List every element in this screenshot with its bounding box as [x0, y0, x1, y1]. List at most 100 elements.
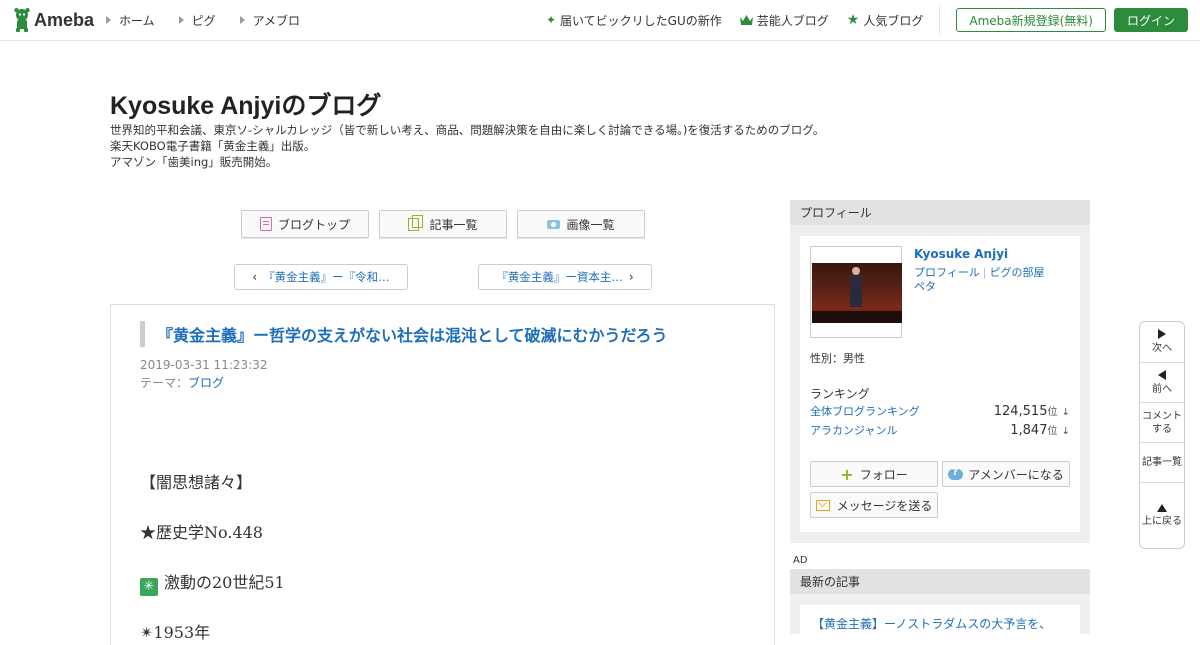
avatar-photo	[812, 263, 902, 323]
float-comment-label: する	[1152, 423, 1172, 435]
ranking-unit: 位	[1047, 407, 1058, 418]
nav-ameblo-label: アメブロ	[252, 13, 301, 28]
float-comment-label: コメント	[1142, 410, 1182, 422]
nav-pigg[interactable]: ピグ	[178, 12, 216, 29]
header-divider	[939, 5, 941, 35]
float-top-button[interactable]: 上に戻る	[1140, 483, 1184, 548]
article-title[interactable]: 『黄金主義』ー哲学の支えがない社会は混沌として破滅にむかうだろう	[140, 321, 668, 347]
float-articles-label: 記事一覧	[1142, 457, 1182, 468]
latest-articles-header: 最新の記事	[790, 569, 1090, 594]
article: 『黄金主義』ー哲学の支えがない社会は混沌として破滅にむかうだろう 2019-03…	[110, 304, 775, 645]
article-line: ✴1953年	[140, 623, 211, 642]
triangle-left-icon	[1158, 369, 1166, 380]
logo-text: Ameba	[34, 9, 95, 30]
image-list-button[interactable]: 画像一覧	[517, 210, 645, 238]
profile-link[interactable]: プロフィール	[914, 266, 980, 279]
blog-page-icon	[259, 217, 272, 231]
prev-article-label: 『黄金主義』ー『令和…	[263, 270, 390, 284]
float-prev-button[interactable]: 前へ	[1140, 363, 1184, 403]
link-popular-blog-label: 人気ブログ	[863, 13, 924, 28]
chevron-right-icon: ›	[628, 270, 634, 284]
blog-description-line: 楽天KOBO電子書籍「黄金主義」出版。	[110, 139, 316, 153]
ranking-unit: 位	[1047, 426, 1058, 437]
article-list-button[interactable]: 記事一覧	[379, 210, 507, 238]
nav-home-label: ホーム	[119, 13, 155, 28]
article-line: 【闇思想諸々】	[140, 473, 253, 492]
float-top-label: 上に戻る	[1142, 515, 1182, 527]
link-gu-campaign-label: 届いてビックリしたGUの新作	[560, 13, 722, 28]
triangle-right-icon	[106, 16, 111, 24]
peta-link[interactable]: ペタ	[914, 280, 936, 293]
triangle-right-icon	[178, 16, 184, 24]
camera-icon	[547, 219, 561, 229]
ranking-label[interactable]: 全体ブログランキング	[810, 403, 920, 419]
message-button[interactable]: メッセージを送る	[810, 492, 938, 518]
chevron-left-icon: ‹	[252, 270, 258, 284]
blog-description-line: 世界知的平和会議、東京ソ-シャルカレッジ（皆で新しい考え、商品、問題解決策を自由…	[110, 123, 825, 137]
latest-article-link[interactable]: 【黄金主義】ーノストラダムスの大予言を、	[812, 615, 1051, 632]
register-button[interactable]: Ameba新規登録(無料)	[956, 8, 1106, 32]
blog-top-label: ブログトップ	[277, 217, 350, 232]
ameba-logo[interactable]: Ameba	[12, 7, 94, 33]
amember-label: アメンバーになる	[968, 467, 1064, 482]
float-articles-button[interactable]: 記事一覧	[1140, 443, 1184, 483]
blog-description-line: アマゾン「歯美ing」販売開始。	[110, 155, 278, 169]
article-date: 2019-03-31 11:23:32	[140, 358, 268, 372]
article-theme-link[interactable]: ブログ	[188, 376, 224, 390]
amember-button[interactable]: アメンバーになる	[942, 461, 1070, 487]
link-separator: |	[982, 266, 987, 279]
sparkle-icon: ✦	[545, 13, 557, 27]
global-header: Ameba ホーム ピグ アメブロ ✦ 届いてビックリしたGUの新作 芸能人ブロ…	[0, 0, 1200, 41]
profile-links: プロフィール | ピグの部屋 ペタ	[914, 266, 1045, 294]
floating-nav: 次へ 前へ コメント する 記事一覧 上に戻る	[1139, 321, 1185, 549]
ranking-label[interactable]: アラカンジャンル	[810, 422, 897, 438]
ameba-mascot-icon	[14, 8, 30, 32]
nav-pigg-label: ピグ	[191, 13, 216, 28]
next-article-button[interactable]: 『黄金主義』ー資本主… ›	[478, 264, 652, 290]
arrow-down-icon: ↓	[1061, 407, 1070, 418]
mail-icon	[815, 499, 830, 511]
eight-spoked-asterisk-icon: ✳	[140, 578, 158, 596]
login-button[interactable]: ログイン	[1113, 8, 1188, 32]
crown-icon	[739, 15, 753, 25]
prev-article-button[interactable]: ‹ 『黄金主義』ー『令和…	[234, 264, 408, 290]
float-prev-label: 前へ	[1152, 383, 1172, 395]
triangle-right-icon	[1158, 329, 1166, 339]
star-icon: ★	[846, 12, 860, 28]
article-line: ✳ 激動の20世紀51	[140, 569, 285, 596]
ranking-number: 124,515	[993, 404, 1048, 419]
image-list-label: 画像一覧	[566, 217, 615, 232]
latest-articles-inner: 【黄金主義】ーノストラダムスの大予言を、	[800, 605, 1080, 645]
article-theme: テーマ：ブログ	[140, 374, 224, 391]
nav-ameblo[interactable]: アメブロ	[239, 12, 301, 29]
header-right: ✦ 届いてビックリしたGUの新作 芸能人ブログ ★ 人気ブログ Ameba新規登…	[546, 0, 1188, 40]
profile-gender: 性別：男性	[810, 352, 865, 365]
link-celebrity-blog[interactable]: 芸能人ブログ	[739, 12, 829, 29]
blog-top-button[interactable]: ブログトップ	[241, 210, 369, 238]
article-line: ★歴史学No.448	[140, 523, 263, 542]
blog-title[interactable]: Kyosuke Anjyiのブログ	[110, 86, 381, 122]
amember-icon	[948, 467, 964, 480]
pigg-room-link[interactable]: ピグの部屋	[990, 266, 1045, 279]
documents-icon	[408, 214, 424, 231]
avatar[interactable]	[810, 246, 902, 338]
float-comment-button[interactable]: コメント する	[1140, 403, 1184, 443]
global-nav: ホーム ピグ アメブロ	[106, 0, 324, 40]
avatar-photo-floor	[812, 311, 902, 323]
nav-home[interactable]: ホーム	[106, 12, 155, 29]
follow-label: フォロー	[859, 467, 908, 482]
ranking-row: アラカンジャンル 1,847位 ↓	[810, 421, 1070, 439]
ranking-row: 全体ブログランキング 124,515位 ↓	[810, 402, 1070, 420]
follow-button[interactable]: + フォロー	[810, 461, 938, 487]
article-line-text: 激動の20世紀51	[164, 573, 285, 592]
triangle-up-icon	[1157, 503, 1167, 512]
link-gu-campaign[interactable]: ✦ 届いてビックリしたGUの新作	[546, 12, 722, 29]
article-theme-label: テーマ：	[140, 376, 189, 390]
article-list-label: 記事一覧	[429, 217, 478, 232]
blog-description: 世界知的平和会議、東京ソ-シャルカレッジ（皆で新しい考え、商品、問題解決策を自由…	[110, 122, 824, 170]
float-next-button[interactable]: 次へ	[1140, 322, 1184, 363]
profile-name[interactable]: Kyosuke Anjyi	[914, 247, 1008, 261]
ranking-title: ランキング	[810, 387, 870, 401]
plus-icon: +	[840, 464, 854, 484]
link-popular-blog[interactable]: ★ 人気ブログ	[847, 12, 924, 29]
